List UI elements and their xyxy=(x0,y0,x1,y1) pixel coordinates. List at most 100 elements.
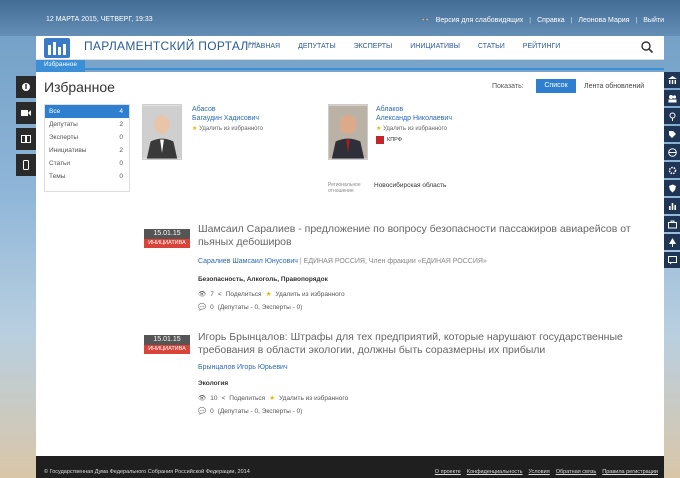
nav-home[interactable]: ГЛАВНАЯ xyxy=(248,43,280,50)
views-count: 10 xyxy=(210,394,218,402)
initiative-tags[interactable]: Безопасность, Алкоголь, Правопорядок xyxy=(198,276,328,283)
party-logo-icon xyxy=(376,136,384,144)
nav-ratings[interactable]: РЕЙТИНГИ xyxy=(523,43,561,50)
list-view-button[interactable]: Список xyxy=(536,79,576,93)
category-deputies[interactable]: Депутаты 2 xyxy=(45,118,129,131)
accessible-version-link[interactable]: Версия для слабовидящих xyxy=(436,17,524,24)
left-tool-2[interactable] xyxy=(16,102,36,124)
left-tool-3[interactable] xyxy=(16,128,36,150)
left-toolbar xyxy=(16,76,36,176)
share-button[interactable]: Поделиться xyxy=(229,395,265,402)
users-icon xyxy=(668,94,676,102)
nav-experts[interactable]: ЭКСПЕРТЫ xyxy=(354,43,393,50)
deputy-photo[interactable] xyxy=(328,104,368,160)
nav-initiatives[interactable]: ИНИЦИАТИВЫ xyxy=(410,43,460,50)
tab-favorites[interactable]: Избранное xyxy=(36,60,85,72)
right-tool-9[interactable] xyxy=(664,216,680,232)
footer-link-rules[interactable]: Правила регистрации xyxy=(602,469,658,475)
category-articles[interactable]: Статьи 0 xyxy=(45,157,129,170)
portal-logo-icon[interactable] xyxy=(44,38,70,58)
star-icon: ★ xyxy=(265,291,272,298)
help-link[interactable]: Справка xyxy=(537,17,564,24)
logout-link[interactable]: Выйти xyxy=(643,17,664,24)
category-experts[interactable]: Эксперты 0 xyxy=(45,131,129,144)
left-tool-4[interactable] xyxy=(16,154,36,176)
copyright: © Государственная Дума Федерального Собр… xyxy=(44,469,250,475)
footer-links: О проекте Конфиденциальность Условия Обр… xyxy=(435,469,658,475)
search-icon[interactable] xyxy=(640,40,654,54)
page-title: Избранное xyxy=(44,79,115,95)
initiative-meta: 👁 7 < Поделиться ★ Удалить из избранного xyxy=(198,290,345,299)
right-tool-6[interactable] xyxy=(664,162,680,178)
footer-link-feedback[interactable]: Обратная связь xyxy=(556,469,597,475)
initiative-comments[interactable]: 💬 0 (Депутаты - 0, Эксперты - 0) xyxy=(198,303,302,312)
initiative-tags[interactable]: Экология xyxy=(198,380,228,387)
initiative-title[interactable]: Шамсаил Саралиев - предложение по вопрос… xyxy=(198,223,631,249)
building-icon xyxy=(667,75,677,84)
nav-deputies[interactable]: ДЕПУТАТЫ xyxy=(298,43,336,50)
nav-articles[interactable]: СТАТЬИ xyxy=(478,43,505,50)
footer-link-privacy[interactable]: Конфиденциальность xyxy=(467,469,523,475)
right-tool-4[interactable] xyxy=(664,126,680,142)
current-date: 12 МАРТА 2015, ЧЕТВЕРГ, 19:33 xyxy=(46,16,153,23)
category-all[interactable]: Все 4 xyxy=(45,105,129,118)
category-filter: Все 4 Депутаты 2 Эксперты 0 Инициативы 2 Ста… xyxy=(44,104,130,192)
footer-link-about[interactable]: О проекте xyxy=(435,469,461,475)
initiative-author: Брынцалов Игорь Юрьевич xyxy=(198,364,288,371)
right-tool-3[interactable] xyxy=(664,108,680,124)
mobile-phone-icon xyxy=(23,160,29,170)
initiative-title[interactable]: Игорь Брынцалов: Штрафы для тех предприя… xyxy=(198,331,623,357)
separator: | xyxy=(529,16,532,24)
comments-count: 0 xyxy=(210,303,214,311)
star-icon: ★ xyxy=(376,126,382,132)
show-label: Показать: xyxy=(492,83,524,90)
deputy-name[interactable]: Аблаков Александр Николаевич xyxy=(376,105,452,123)
right-tool-11[interactable] xyxy=(664,252,680,268)
portal-title[interactable]: ПАРЛАМЕНТСКИЙ ПОРТАЛbeta xyxy=(84,39,260,53)
remove-favorite-button[interactable]: ★ Удалить из избранного xyxy=(192,125,263,132)
site-footer: © Государственная Дума Федерального Собр… xyxy=(36,456,664,478)
initiative-author: Саралиев Шамсаил Юнусович | ЕДИНАЯ РОССИ… xyxy=(198,258,487,265)
video-camera-icon xyxy=(21,110,31,116)
right-tool-5[interactable] xyxy=(664,144,680,160)
remove-favorite-button[interactable]: Удалить из избранного xyxy=(275,291,344,298)
right-tool-8[interactable] xyxy=(664,198,680,214)
author-link[interactable]: Саралиев Шамсаил Юнусович xyxy=(198,258,298,265)
remove-favorite-button[interactable]: ★ Удалить из избранного xyxy=(376,125,447,132)
comments-count: 0 xyxy=(210,407,214,415)
star-icon: ★ xyxy=(269,395,276,402)
separator: | xyxy=(635,16,638,24)
right-tool-10[interactable] xyxy=(664,234,680,250)
sub-tabs: Избранное xyxy=(36,60,664,72)
deputy-name[interactable]: Абасов Багаудин Хадисович xyxy=(192,105,259,123)
footer-link-terms[interactable]: Условия xyxy=(529,469,550,475)
views-count: 7 xyxy=(210,290,214,298)
right-toolbar xyxy=(664,72,680,268)
date-badge: 15.01.15 ИНИЦИАТИВА xyxy=(144,335,190,354)
right-tool-2[interactable] xyxy=(664,90,680,106)
author-link[interactable]: Брынцалов Игорь Юрьевич xyxy=(198,364,288,371)
category-initiatives[interactable]: Инициативы 2 xyxy=(45,144,129,157)
star-icon: ★ xyxy=(192,126,198,132)
user-name-link[interactable]: Леонова Мария xyxy=(578,17,629,24)
main-content: Избранное Показать: Список Лента обновле… xyxy=(36,72,664,456)
shield-icon xyxy=(668,184,676,192)
share-button[interactable]: Поделиться xyxy=(226,291,262,298)
initiative-comments[interactable]: 💬 0 (Депутаты - 0, Эксперты - 0) xyxy=(198,407,302,416)
region-value: Новосибирская область xyxy=(374,182,447,189)
right-tool-7[interactable] xyxy=(664,180,680,196)
glasses-icon: 👓 xyxy=(421,17,430,24)
party-name: КПРФ xyxy=(387,137,402,143)
category-topics[interactable]: Темы 0 xyxy=(45,170,129,183)
top-bar: 12 МАРТА 2015, ЧЕТВЕРГ, 19:33 👓 Версия д… xyxy=(0,0,680,36)
deputy-photo[interactable] xyxy=(142,104,182,160)
eye-icon: 👁 xyxy=(198,395,207,402)
author-party: | ЕДИНАЯ РОССИЯ, Член фракции «ЕДИНАЯ РО… xyxy=(299,258,487,265)
remove-favorite-button[interactable]: Удалить из избранного xyxy=(279,395,348,402)
tag-icon xyxy=(668,130,676,138)
left-tool-1[interactable] xyxy=(16,76,36,98)
date-badge: 15.01.15 ИНИЦИАТИВА xyxy=(144,229,190,248)
chat-icon xyxy=(667,255,677,264)
right-tool-1[interactable] xyxy=(664,72,680,88)
updates-feed-button[interactable]: Лента обновлений xyxy=(584,83,644,90)
